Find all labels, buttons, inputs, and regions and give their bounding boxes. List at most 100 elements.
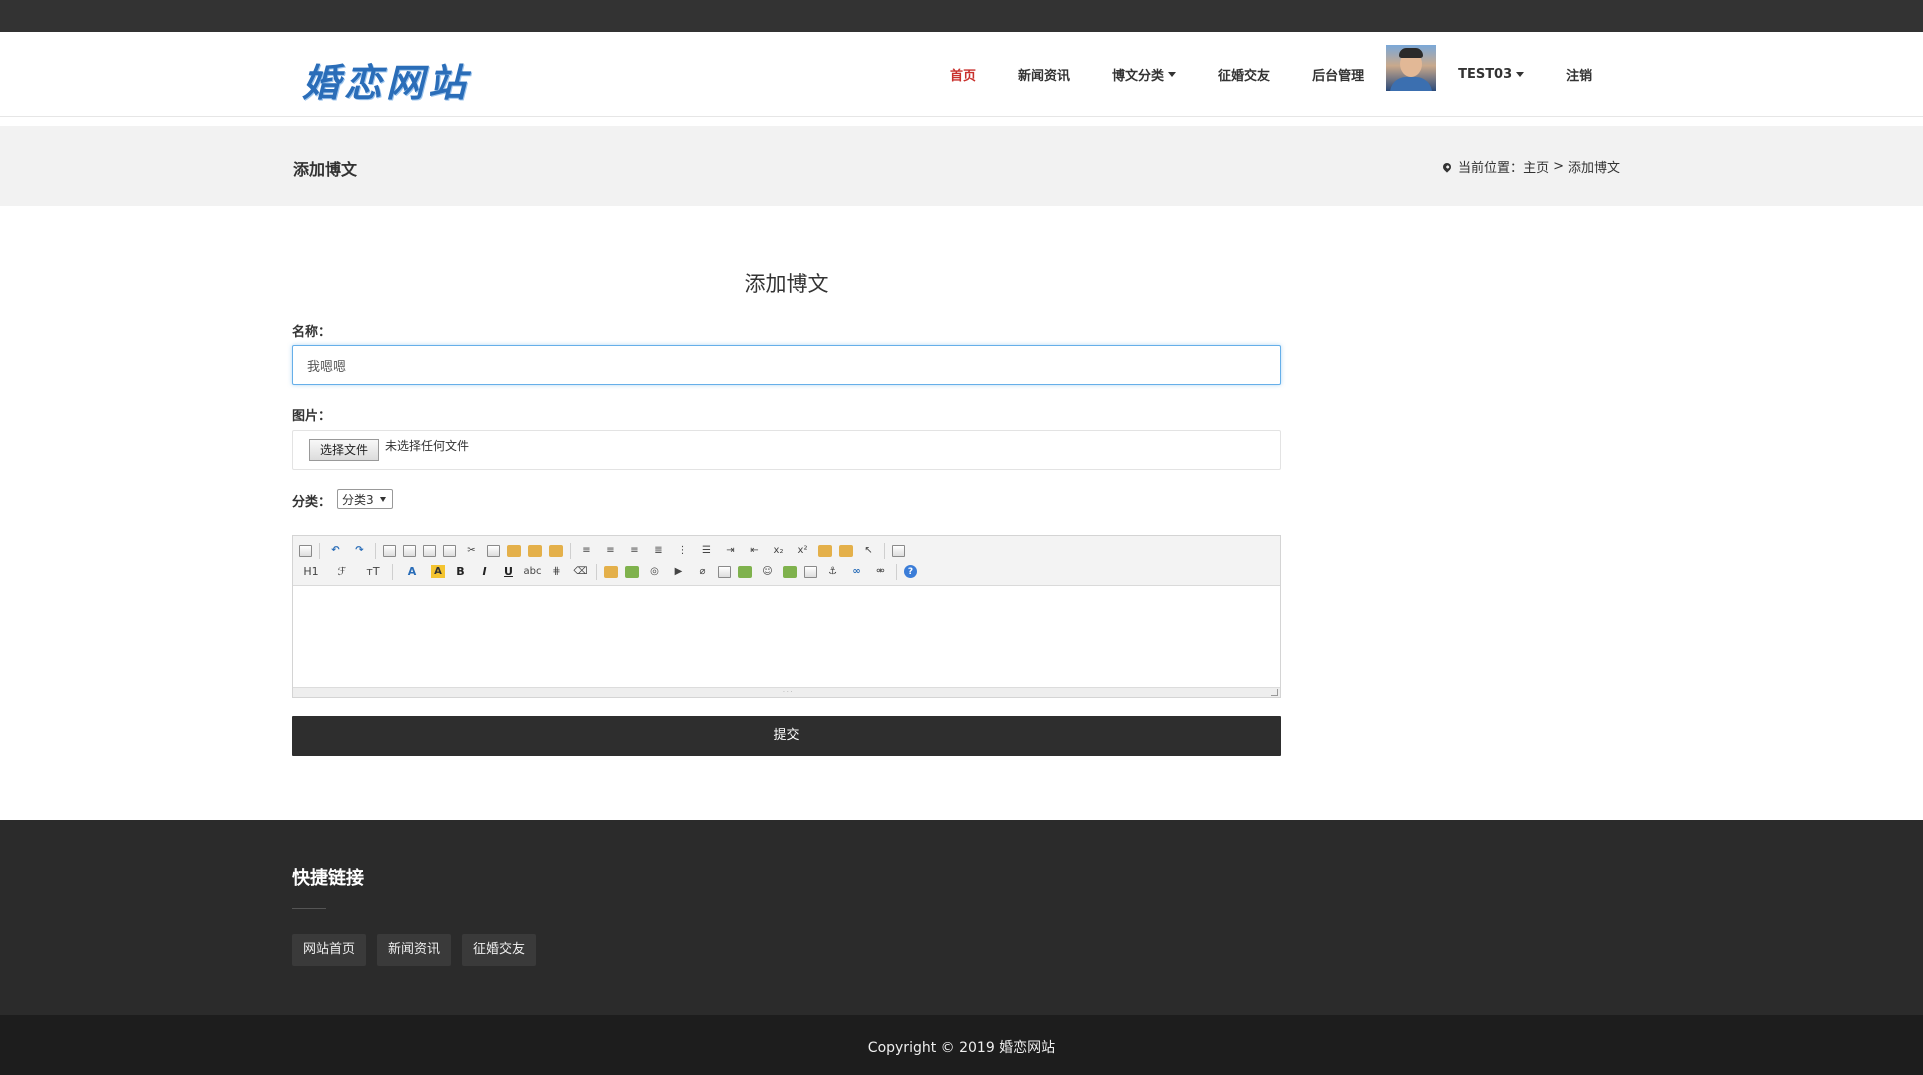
anchor-icon[interactable]: ⚓ (824, 564, 841, 580)
nav-dating[interactable]: 征婚交友 (1218, 65, 1270, 84)
nav-blog-categories[interactable]: 博文分类 (1112, 65, 1177, 84)
source-icon[interactable] (299, 544, 312, 557)
align-left-icon[interactable]: ≡ (578, 543, 595, 559)
eraser-icon[interactable]: ⌫ (572, 564, 589, 580)
resize-grip-icon[interactable] (1271, 689, 1278, 696)
unlink-icon[interactable]: ⚮ (872, 564, 889, 580)
nav-logout[interactable]: 注销 (1566, 65, 1592, 84)
align-center-icon[interactable]: ≡ (602, 543, 619, 559)
toolbar-divider (319, 542, 320, 559)
form-heading: 添加博文 (744, 272, 829, 296)
insert-image-icon[interactable] (783, 565, 797, 578)
rich-text-editor: ↶ ↷ ✂ ≡ ≡ ≡ ≣ ⋮ ☰ ⇥ ⇤ x₂ x² ↖ H1 ℱ тT A … (292, 535, 1281, 698)
attachment-icon[interactable]: ⌀ (694, 564, 711, 580)
clear-format-icon[interactable] (818, 544, 832, 557)
image-label: 图片： (292, 409, 332, 424)
toolbar-row-1: ↶ ↷ ✂ ≡ ≡ ≡ ≣ ⋮ ☰ ⇥ ⇤ x₂ x² ↖ (299, 540, 1274, 561)
superscript-icon[interactable]: x² (794, 543, 811, 559)
toolbar-divider (570, 542, 571, 559)
heading-icon[interactable]: H1 (299, 564, 323, 580)
help-icon[interactable]: ? (904, 565, 917, 578)
quick-links: 网站首页 新闻资讯 征婚交友 (292, 934, 547, 966)
category-select[interactable]: 分类3 (337, 489, 393, 509)
nav-blog-categories-label: 博文分类 (1112, 69, 1165, 84)
name-label: 名称： (292, 325, 332, 340)
quick-link-dating[interactable]: 征婚交友 (462, 934, 537, 966)
nav-user-menu[interactable]: TEST03 (1458, 67, 1525, 82)
drag-handle-icon[interactable]: · · · (783, 690, 793, 696)
avatar-hair (1399, 47, 1424, 58)
toolbar-row-2: H1 ℱ тT A A B I U abc ⋕ ⌫ ◎ ▶ ⌀ ☺ ⚓ ∞ ⚮ … (299, 561, 1274, 582)
caret-down-icon (1516, 72, 1525, 77)
submit-button[interactable]: 提交 (292, 716, 1281, 756)
file-status: 未选择任何文件 (385, 439, 470, 453)
bold-icon[interactable]: B (452, 564, 469, 580)
category-label: 分类： (292, 495, 332, 510)
select-all-icon[interactable]: ↖ (860, 543, 877, 559)
avatar[interactable] (1386, 44, 1437, 91)
indent-icon[interactable]: ⇥ (722, 543, 739, 559)
quick-link-home[interactable]: 网站首页 (292, 934, 367, 966)
footer-title: 快捷链接 (292, 868, 364, 889)
editor-content-area[interactable] (293, 586, 1280, 686)
format-painter-icon[interactable] (839, 544, 853, 557)
breadcrumb-separator: > (1553, 159, 1564, 174)
highlight-icon[interactable]: A (431, 565, 445, 578)
nav-user-name: TEST03 (1458, 67, 1513, 82)
cut-icon[interactable]: ✂ (463, 543, 480, 559)
insert-hr-icon[interactable] (738, 565, 752, 578)
align-justify-icon[interactable]: ≣ (650, 543, 667, 559)
avatar-body (1390, 76, 1433, 91)
preview-icon[interactable] (383, 544, 396, 557)
outdent-icon[interactable]: ⇤ (746, 543, 763, 559)
subscript-icon[interactable]: x₂ (770, 543, 787, 559)
caret-down-icon (1168, 72, 1177, 77)
footer-divider (292, 908, 326, 909)
media-icon[interactable]: ▶ (670, 564, 687, 580)
nav-home[interactable]: 首页 (950, 65, 976, 84)
multi-image-icon[interactable] (625, 565, 639, 578)
font-family-icon[interactable]: ℱ (330, 564, 354, 580)
nav-news[interactable]: 新闻资讯 (1018, 65, 1070, 84)
font-color-icon[interactable]: A (400, 564, 424, 580)
name-input[interactable] (292, 345, 1281, 385)
align-right-icon[interactable]: ≡ (626, 543, 643, 559)
paste-word-icon[interactable] (549, 544, 563, 557)
flash-icon[interactable]: ◎ (646, 564, 663, 580)
quick-link-news[interactable]: 新闻资讯 (377, 934, 452, 966)
site-header: 婚恋网站 首页 新闻资讯 博文分类 征婚交友 后台管理 TEST03 注销 (0, 32, 1923, 117)
editor-status-bar: · · · (293, 687, 1280, 697)
editor-toolbar: ↶ ↷ ✂ ≡ ≡ ≡ ≣ ⋮ ☰ ⇥ ⇤ x₂ x² ↖ H1 ℱ тT A … (293, 536, 1280, 586)
map-pin-icon (1441, 160, 1453, 173)
underline-icon[interactable]: U (500, 564, 517, 580)
code-icon[interactable] (443, 544, 456, 557)
page-banner: 添加博文 当前位置： 主页 > 添加博文 (0, 126, 1923, 206)
breadcrumb-home[interactable]: 主页 (1523, 157, 1549, 176)
strikethrough-icon[interactable]: abc (524, 564, 542, 580)
fullscreen-icon[interactable] (892, 544, 905, 557)
undo-icon[interactable]: ↶ (327, 543, 344, 559)
table-icon[interactable] (718, 565, 731, 578)
unordered-list-icon[interactable]: ☰ (698, 543, 715, 559)
site-logo[interactable]: 婚恋网站 (302, 52, 470, 107)
paste-text-icon[interactable] (528, 544, 542, 557)
line-height-icon[interactable]: ⋕ (548, 564, 565, 580)
italic-icon[interactable]: I (476, 564, 493, 580)
emoticon-icon[interactable]: ☺ (759, 564, 776, 580)
nav-admin[interactable]: 后台管理 (1312, 65, 1364, 84)
link-icon[interactable]: ∞ (848, 564, 865, 580)
caret-down-icon (379, 497, 386, 502)
print-icon[interactable] (403, 544, 416, 557)
template-icon[interactable] (423, 544, 436, 557)
copy-icon[interactable] (487, 544, 500, 557)
page-break-icon[interactable] (804, 565, 817, 578)
image-icon[interactable] (604, 565, 618, 578)
ordered-list-icon[interactable]: ⋮ (674, 543, 691, 559)
redo-icon[interactable]: ↷ (351, 543, 368, 559)
font-size-icon[interactable]: тT (361, 564, 385, 580)
site-footer: 快捷链接 网站首页 新闻资讯 征婚交友 (0, 820, 1923, 1015)
toolbar-divider (896, 563, 897, 580)
toolbar-divider (596, 563, 597, 580)
paste-icon[interactable] (507, 544, 521, 557)
choose-file-button[interactable]: 选择文件 (309, 439, 379, 461)
